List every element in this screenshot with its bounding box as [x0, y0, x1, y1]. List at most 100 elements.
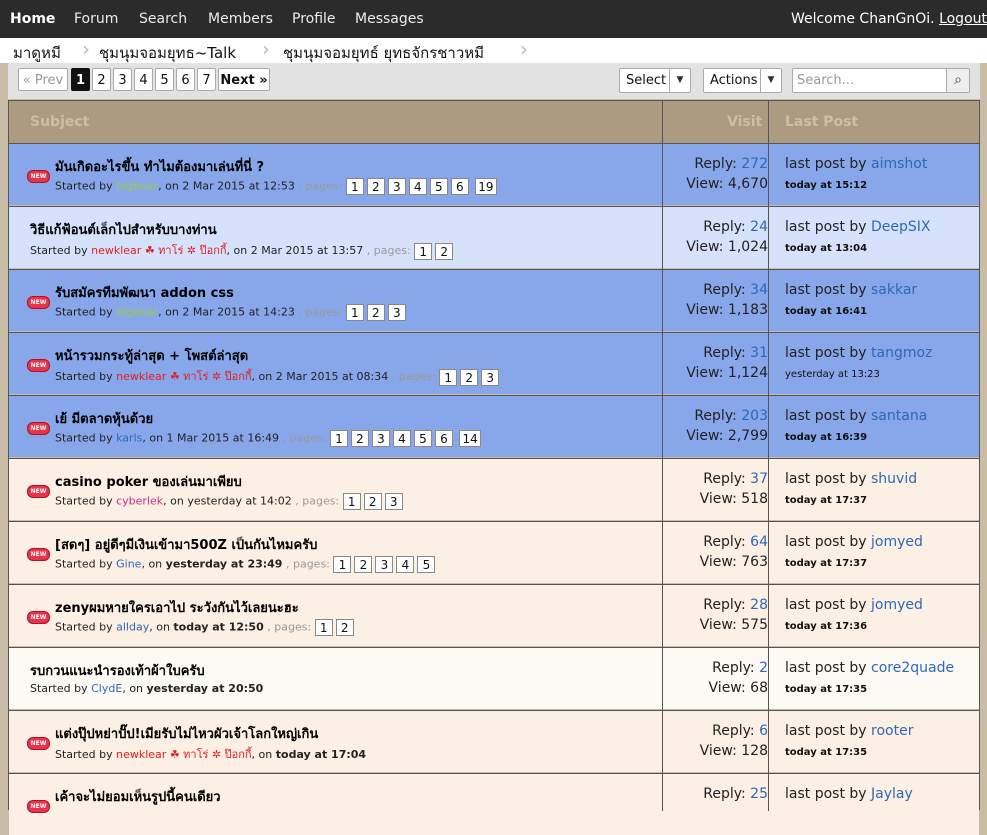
topic-title[interactable]: เย้ มีตลาดหุ้นด้วย [55, 408, 153, 429]
topic-author[interactable]: newklear ☘ ทาโร่ ✲ ป๊อกกี้ [91, 244, 226, 257]
header-subject[interactable]: Subject [30, 114, 89, 130]
mini-page-button[interactable]: 5 [417, 556, 436, 573]
topic-author[interactable]: allday [116, 621, 149, 634]
actions-dropdown[interactable]: Actions ▼ [703, 68, 782, 93]
last-post-user[interactable]: shuvid [871, 471, 917, 487]
mini-page-button[interactable]: 3 [384, 493, 403, 510]
last-post-user[interactable]: sakkar [871, 282, 917, 298]
table-row[interactable]: NEW [สดๆ] อยู่ดีๆมีเงินเข้ามา500Z เป็นกั… [9, 521, 979, 583]
mini-page-button[interactable]: 4 [392, 430, 411, 447]
table-row[interactable]: NEW หน้ารวมกระทู้ล่าสุด + โพสต์ล่าสุด St… [9, 332, 979, 394]
table-row[interactable]: NEW มันเกิดอะไรขึ้น ทำไมต้องมาเล่นที่นี่… [9, 143, 979, 205]
breadcrumb-item-home[interactable]: มาดูหมี [13, 41, 61, 63]
search-icon[interactable]: ⌕ [946, 69, 969, 92]
table-row[interactable]: NEW รับสมัครทีมพัฒนา addon css Started b… [9, 269, 979, 331]
table-row[interactable]: NEW เค้าจะไม่ยอมเห็นรูปนี้คนเดียว Reply:… [9, 773, 979, 835]
topic-author[interactable]: Gine [116, 558, 141, 571]
page-button-current[interactable]: 1 [71, 68, 90, 91]
search-input[interactable]: Search... [797, 73, 854, 88]
topic-title[interactable]: เค้าจะไม่ยอมเห็นรูปนี้คนเดียว [55, 786, 221, 807]
page-button[interactable]: 7 [197, 68, 216, 91]
mini-page-button[interactable]: 1 [345, 304, 364, 321]
nav-profile[interactable]: Profile [292, 11, 336, 27]
last-post-user[interactable]: jomyed [871, 534, 923, 550]
mini-page-button[interactable]: 3 [481, 368, 500, 386]
breadcrumb-item-talk[interactable]: ชุมนุมจอมยุทธ~Talk [99, 41, 236, 63]
page-button[interactable]: 3 [113, 68, 132, 91]
mini-page-button[interactable]: 19 [475, 178, 497, 195]
mini-page-button[interactable]: 1 [333, 556, 352, 573]
table-row[interactable]: NEW เย้ มีตลาดหุ้นด้วย Started by karls,… [9, 395, 979, 457]
topic-author[interactable]: bigbear [116, 306, 158, 319]
select-dropdown[interactable]: Select ▼ [619, 68, 691, 93]
mini-page-button[interactable]: 2 [350, 430, 369, 447]
mini-page-button[interactable]: 6 [434, 430, 453, 447]
mini-page-button[interactable]: 4 [396, 556, 415, 573]
mini-page-button[interactable]: 2 [366, 178, 385, 195]
last-post-user[interactable]: rooter [871, 723, 913, 739]
mini-page-button[interactable]: 3 [371, 430, 390, 447]
last-post-user[interactable]: jomyed [871, 597, 923, 613]
page-button[interactable]: 2 [92, 68, 111, 91]
nav-forum[interactable]: Forum [74, 11, 118, 27]
topic-title[interactable]: มันเกิดอะไรขึ้น ทำไมต้องมาเล่นที่นี่ ? [55, 156, 264, 177]
mini-page-button[interactable]: 5 [413, 430, 432, 447]
topic-title[interactable]: แต่งปุ๊ปหย่าปั๊ป!เมียรับไม่ไหวผัวเจ้าโลก… [55, 723, 318, 744]
nav-messages[interactable]: Messages [355, 11, 424, 27]
mini-page-button[interactable]: 2 [363, 493, 382, 510]
table-row[interactable]: NEW casino poker ของเล่นมาเพียบ Started … [9, 458, 979, 520]
mini-page-button[interactable]: 4 [408, 178, 427, 195]
topic-author[interactable]: newklear ☘ ทาโร่ ✲ ป๊อกกี้ [116, 748, 251, 761]
mini-page-button[interactable]: 3 [387, 304, 406, 321]
mini-page-button[interactable]: 2 [354, 556, 373, 573]
mini-page-button[interactable]: 2 [460, 368, 479, 386]
last-post-user[interactable]: DeepSIX [871, 219, 931, 235]
topic-title[interactable]: หน้ารวมกระทู้ล่าสุด + โพสต์ล่าสุด [55, 345, 248, 366]
mini-page-button[interactable]: 1 [314, 619, 333, 636]
mini-page-button[interactable]: 2 [366, 304, 385, 321]
prev-page-button[interactable]: « Prev [18, 68, 68, 91]
topic-author[interactable]: cyberlek [116, 495, 163, 508]
page-button[interactable]: 5 [155, 68, 174, 91]
last-post-user[interactable]: tangmoz [871, 345, 932, 361]
topic-title[interactable]: วิธีแก้ฟ้อนต์เล็กไปสำหรับบางท่าน [30, 219, 217, 240]
topic-title[interactable]: รับสมัครทีมพัฒนา addon css [55, 282, 234, 303]
table-row[interactable]: รบกวนแนะนำรองเท้าผ้าใบครับ Started by Cl… [9, 647, 979, 709]
search-box[interactable]: Search... ⌕ [792, 68, 970, 93]
nav-members[interactable]: Members [208, 11, 273, 27]
header-visit[interactable]: Visit [727, 114, 762, 130]
mini-page-button[interactable]: 6 [450, 178, 469, 195]
last-post-user[interactable]: Jaylay [871, 786, 913, 802]
topic-author[interactable]: newklear ☘ ทาโร่ ✲ ป๊อกกี้ [116, 370, 251, 383]
page-button[interactable]: 6 [176, 68, 195, 91]
last-post-user[interactable]: core2quade [871, 660, 954, 676]
mini-page-button[interactable]: 1 [439, 368, 458, 386]
mini-page-button[interactable]: 1 [345, 178, 364, 195]
mini-page-button[interactable]: 1 [414, 242, 433, 260]
header-last-post[interactable]: Last Post [785, 114, 858, 130]
table-row[interactable]: NEW แต่งปุ๊ปหย่าปั๊ป!เมียรับไม่ไหวผัวเจ้… [9, 710, 979, 772]
mini-page-button[interactable]: 14 [459, 430, 481, 447]
mini-page-button[interactable]: 1 [342, 493, 361, 510]
topic-author[interactable]: karls [116, 432, 142, 445]
breadcrumb-item-current[interactable]: ชุมนุมจอมยุทธ์ ยุทธจักรชาวหมี [283, 41, 484, 63]
next-page-button[interactable]: Next » [218, 68, 270, 91]
mini-page-button[interactable]: 5 [429, 178, 448, 195]
mini-page-button[interactable]: 2 [335, 619, 354, 636]
last-post-user[interactable]: aimshot [871, 156, 927, 172]
mini-page-button[interactable]: 1 [329, 430, 348, 447]
mini-page-button[interactable]: 3 [375, 556, 394, 573]
nav-search[interactable]: Search [139, 11, 187, 27]
topic-title[interactable]: [สดๆ] อยู่ดีๆมีเงินเข้ามา500Z เป็นกันไหม… [55, 534, 317, 555]
topic-title[interactable]: casino poker ของเล่นมาเพียบ [55, 471, 242, 492]
topic-title[interactable]: รบกวนแนะนำรองเท้าผ้าใบครับ [30, 660, 205, 681]
topic-author[interactable]: bigbear [116, 180, 158, 193]
nav-home[interactable]: Home [10, 11, 55, 27]
logout-link[interactable]: Logout [939, 11, 987, 27]
table-row[interactable]: NEW zenyผมหายใครเอาไป ระวังกันไว้เลยนะฮะ… [9, 584, 979, 646]
mini-page-button[interactable]: 3 [387, 178, 406, 195]
last-post-user[interactable]: santana [871, 408, 927, 424]
table-row[interactable]: วิธีแก้ฟ้อนต์เล็กไปสำหรับบางท่าน Started… [9, 206, 979, 268]
page-button[interactable]: 4 [134, 68, 153, 91]
topic-author[interactable]: ClydE [91, 682, 122, 695]
